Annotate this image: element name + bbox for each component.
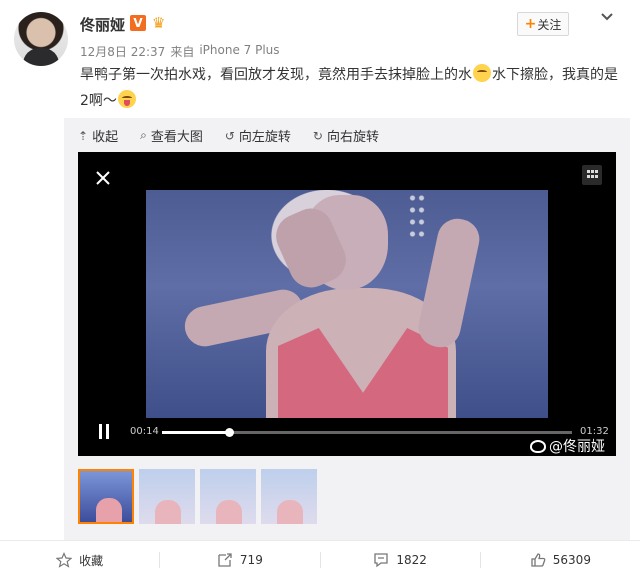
chevron-down-icon[interactable]	[598, 8, 616, 26]
rotate-right-button[interactable]: ↻ 向右旋转	[312, 126, 379, 146]
like-icon	[531, 553, 546, 567]
rotate-left-icon: ↺	[224, 128, 235, 143]
source-device: iPhone 7 Plus	[199, 43, 280, 57]
rotate-right-label: 向右旋转	[326, 130, 379, 145]
vip-badge: V	[130, 15, 146, 31]
action-bar: 收藏 719 1822 56309	[0, 548, 640, 572]
video-frame-image	[146, 190, 548, 418]
follow-button[interactable]: + 关注	[517, 12, 569, 36]
crown-icon: ♛	[152, 14, 166, 32]
favorite-label: 收藏	[79, 553, 104, 568]
rotate-left-label: 向左旋转	[238, 130, 291, 145]
media-toolbar: ⇡ 收起 ⌕ 查看大图 ↺ 向左旋转 ↻ 向右旋转	[78, 126, 379, 145]
like-button[interactable]: 56309	[481, 548, 640, 572]
repost-icon	[218, 553, 232, 567]
video-progress-fill	[162, 431, 229, 434]
divider	[0, 540, 640, 541]
collapse-button[interactable]: ⇡ 收起	[78, 126, 119, 146]
star-icon	[56, 552, 73, 568]
post-text: 旱鸭子第一次拍水戏，看回放才发现，竟然用手去抹掉脸上的水 水下擦脸，我真的是2啊～	[80, 62, 620, 114]
pause-icon[interactable]	[97, 424, 111, 439]
upload-icon: ⇡	[78, 128, 89, 143]
current-time: 00:14	[130, 426, 159, 437]
post-text-part1: 旱鸭子第一次拍水戏，看回放才发现，竟然用手去抹掉脸上的水	[80, 67, 472, 83]
favorite-button[interactable]: 收藏	[0, 548, 159, 572]
view-large-button[interactable]: ⌕ 查看大图	[140, 126, 203, 145]
rotate-right-icon: ↻	[312, 128, 323, 143]
source-prefix: 来自	[170, 45, 195, 59]
follow-label: 关注	[537, 17, 562, 32]
thumbnail-1[interactable]	[78, 469, 134, 524]
tongue-emoji-icon	[117, 90, 136, 108]
avatar[interactable]	[14, 12, 68, 66]
search-icon: ⌕	[140, 128, 147, 142]
view-large-label: 查看大图	[150, 130, 203, 145]
video-progress-knob[interactable]	[224, 428, 234, 437]
relieved-emoji-icon	[473, 64, 491, 82]
thumbnail-4[interactable]	[261, 469, 317, 524]
watermark-text: @佟丽娅	[549, 439, 605, 455]
close-icon[interactable]	[95, 170, 111, 186]
post-meta: 12月8日 22:37 来自 iPhone 7 Plus	[80, 43, 280, 60]
repost-button[interactable]: 719	[160, 548, 319, 572]
like-count: 56309	[552, 553, 591, 567]
comment-count: 1822	[396, 553, 427, 567]
user-name[interactable]: 佟丽娅	[80, 14, 125, 35]
plus-icon: +	[524, 16, 537, 32]
collapse-label: 收起	[92, 130, 119, 145]
repost-count: 719	[239, 553, 263, 567]
grid-icon[interactable]	[582, 165, 602, 185]
video-progress-bar[interactable]	[162, 428, 572, 437]
video-watermark: @佟丽娅	[530, 436, 605, 456]
thumbnail-3[interactable]	[200, 469, 256, 524]
comment-icon	[374, 553, 388, 568]
weibo-logo-icon	[530, 439, 546, 453]
post-date[interactable]: 12月8日 22:37	[80, 43, 165, 60]
comment-button[interactable]: 1822	[321, 548, 480, 572]
thumbnail-strip	[78, 469, 317, 524]
thumbnail-2[interactable]	[139, 469, 195, 524]
rotate-left-button[interactable]: ↺ 向左旋转	[224, 126, 291, 146]
